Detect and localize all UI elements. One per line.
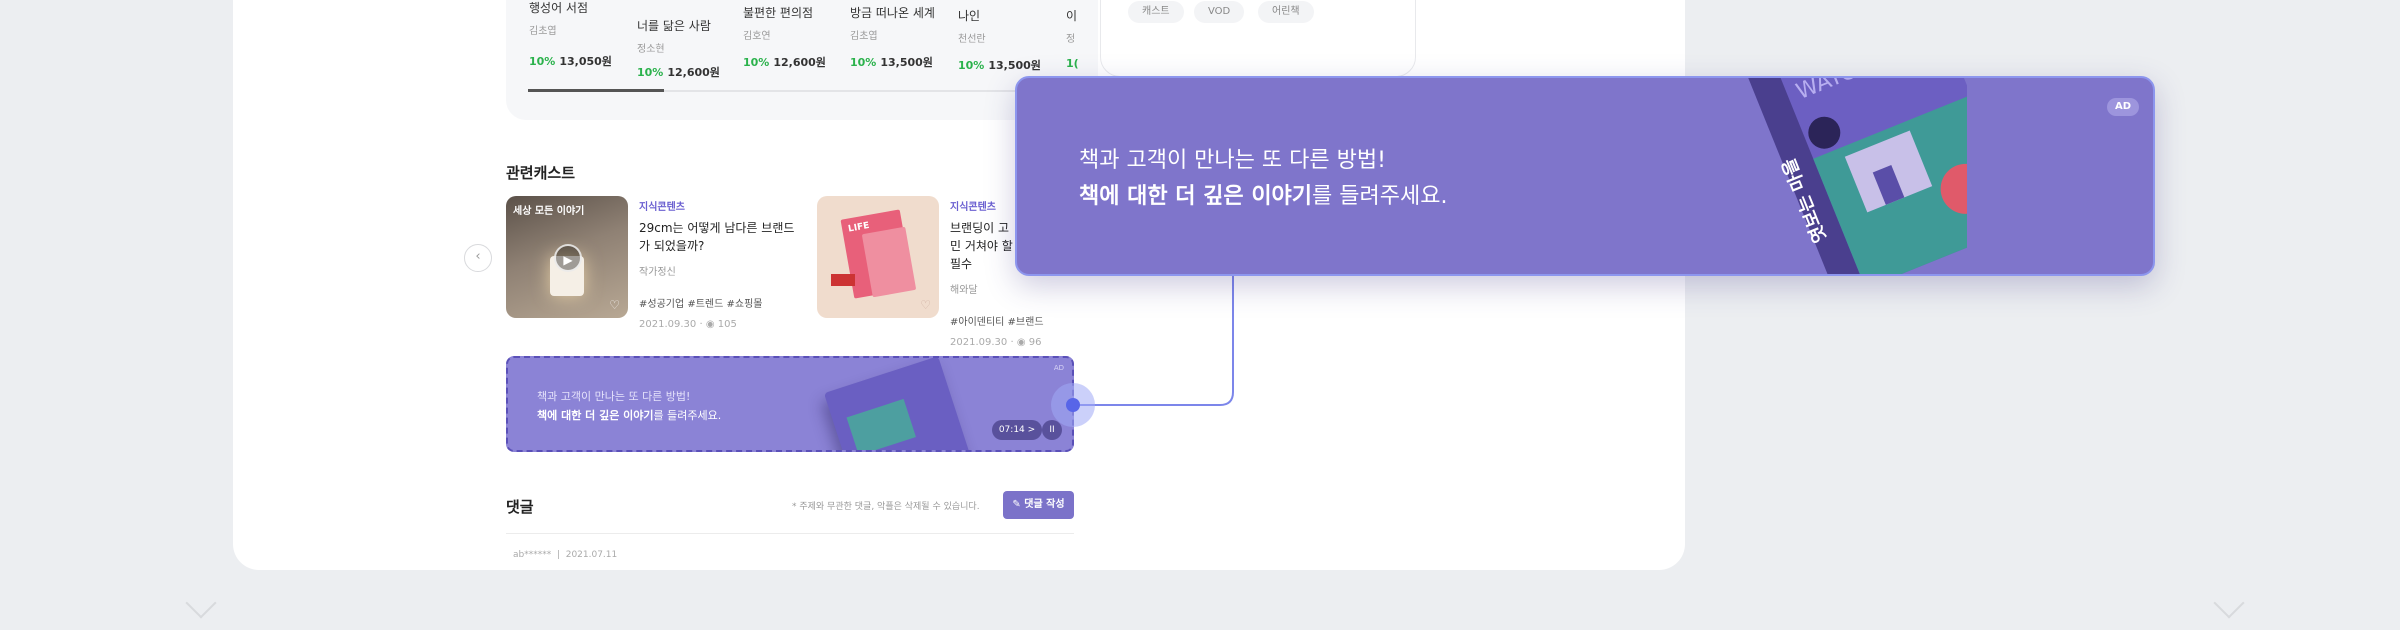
book-item[interactable]: 불편한 편의점 김호연 10% 12,600원 bbox=[743, 4, 826, 70]
tag-chip[interactable]: 캐스트 bbox=[1128, 1, 1184, 23]
cast-info[interactable]: 지식콘텐츠 29cm는 어떻게 남다른 브랜드가 되었을까? 작가정신 #성공기… bbox=[639, 198, 799, 330]
comments-title: 댓글 bbox=[506, 498, 534, 516]
book-item[interactable]: 너를 닮은 사람 정소현 10% 12,600원 bbox=[637, 17, 720, 80]
ad-badge: AD bbox=[2106, 98, 2139, 116]
cast-title[interactable]: 29cm는 어떻게 남다른 브랜드가 되었을까? bbox=[639, 219, 799, 255]
ad-line1: 책과 고객이 만나는 또 다른 방법! bbox=[537, 390, 691, 403]
book-title: 이 bbox=[1066, 9, 1078, 23]
book-author: 김호연 bbox=[743, 31, 771, 42]
corner-mark bbox=[185, 587, 217, 619]
cast-category: 지식콘텐츠 bbox=[639, 202, 685, 213]
pause-icon[interactable]: II bbox=[1042, 420, 1062, 440]
book-item[interactable]: 이 정 1( bbox=[1066, 7, 1083, 70]
book-price: 1( bbox=[1066, 57, 1079, 70]
comment-meta: ab****** | 2021.07.11 bbox=[513, 550, 618, 560]
heart-icon[interactable]: ♡ bbox=[609, 298, 620, 312]
book-title: 너를 닮은 사람 bbox=[637, 19, 711, 33]
book-item[interactable]: 나인 천선란 10% 13,500원 bbox=[958, 7, 1041, 73]
heart-icon[interactable]: ♡ bbox=[920, 298, 931, 312]
book-price: 10% 13,050원 bbox=[529, 55, 612, 68]
book-cover-image bbox=[823, 358, 973, 450]
book-author: 천선란 bbox=[958, 34, 986, 45]
ad-line1: 책과 고객이 만나는 또 다른 방법! bbox=[1079, 148, 1386, 173]
book-author: 김초엽 bbox=[850, 31, 878, 42]
thumbnail-label: 세상 모든 이야기 bbox=[513, 206, 585, 217]
ad-line2: 책에 대한 더 깊은 이야기를 들려주세요. bbox=[1079, 184, 1448, 209]
divider bbox=[506, 533, 1074, 534]
book-title: 불편한 편의점 bbox=[743, 6, 814, 20]
related-cast-title: 관련캐스트 bbox=[506, 164, 576, 182]
ad-line2: 책에 대한 더 깊은 이야기를 들려주세요. bbox=[537, 409, 722, 422]
ad-callout[interactable]: 책과 고객이 만나는 또 다른 방법! 책에 대한 더 깊은 이야기를 들려주세… bbox=[1015, 76, 2155, 276]
book-author: 정소현 bbox=[637, 44, 665, 55]
play-icon[interactable]: ▶ bbox=[554, 244, 582, 272]
book-price: 10% 12,600원 bbox=[637, 66, 720, 79]
chevron-left-icon[interactable]: ‹ bbox=[464, 244, 492, 272]
book-author: 정 bbox=[1066, 34, 1076, 45]
books-carousel: 행성어 서점 김초엽 10% 13,050원 너를 닮은 사람 정소현 10% 12… bbox=[506, 0, 1098, 120]
corner-mark bbox=[2213, 587, 2245, 619]
cast-author: 작가정신 bbox=[639, 267, 676, 278]
book-title: 행성어 서점 bbox=[529, 1, 589, 15]
book-cover-image: WATCH YOU 엿보는 마을 bbox=[1744, 78, 1967, 274]
sticker-image bbox=[831, 274, 855, 286]
tag-chip[interactable]: 어린책 bbox=[1258, 1, 1314, 23]
pencil-icon: ✎ bbox=[1012, 499, 1021, 510]
cast-thumbnail[interactable]: 세상 모든 이야기 ▶ ♡ bbox=[506, 196, 628, 318]
book-author: 김초엽 bbox=[529, 26, 557, 37]
book-title: 방금 떠나온 세계 bbox=[850, 6, 935, 20]
comments-note: * 주제와 무관한 댓글, 악플은 삭제될 수 있습니다. bbox=[792, 502, 980, 512]
cast-hashtags[interactable]: #아이덴티티 #브랜드 bbox=[950, 313, 1044, 328]
tags-panel: 캐스트 VOD 어린책 bbox=[1100, 0, 1416, 77]
book-price: 10% 13,500원 bbox=[850, 56, 933, 69]
book-item[interactable]: 행성어 서점 김초엽 10% 13,050원 bbox=[529, 0, 612, 69]
cast-hashtags[interactable]: #성공기업 #트렌드 #쇼핑몰 bbox=[639, 295, 799, 310]
book-item[interactable]: 방금 떠나온 세계 김초엽 10% 13,500원 bbox=[850, 4, 935, 70]
cast-title[interactable]: 브랜딩이 고민 거쳐야 할 필수 bbox=[950, 219, 1020, 273]
eye-icon: ◉ bbox=[705, 319, 715, 330]
cast-thumbnail[interactable]: LIFE ♡ bbox=[817, 196, 939, 318]
cast-author: 해와달 bbox=[950, 285, 978, 296]
book-price: 10% 12,600원 bbox=[743, 56, 826, 69]
cast-meta: 2021.09.30 · ◉ 105 bbox=[639, 319, 737, 330]
book-title: 나인 bbox=[958, 9, 981, 23]
eye-icon: ◉ bbox=[1016, 337, 1026, 348]
book-price: 10% 13,500원 bbox=[958, 59, 1041, 72]
carousel-scroll-thumb[interactable] bbox=[528, 89, 664, 92]
video-timer[interactable]: 07:14 > bbox=[992, 420, 1042, 440]
ad-badge: AD bbox=[1053, 364, 1064, 372]
hotspot-dot[interactable] bbox=[1066, 398, 1080, 412]
cast-meta: 2021.09.30 · ◉ 96 bbox=[950, 337, 1042, 348]
tag-chip[interactable]: VOD bbox=[1194, 1, 1245, 23]
inline-ad-banner[interactable]: 책과 고객이 만나는 또 다른 방법! 책에 대한 더 깊은 이야기를 들려주세… bbox=[506, 356, 1074, 452]
write-comment-button[interactable]: ✎ 댓글 작성 bbox=[1003, 491, 1074, 519]
